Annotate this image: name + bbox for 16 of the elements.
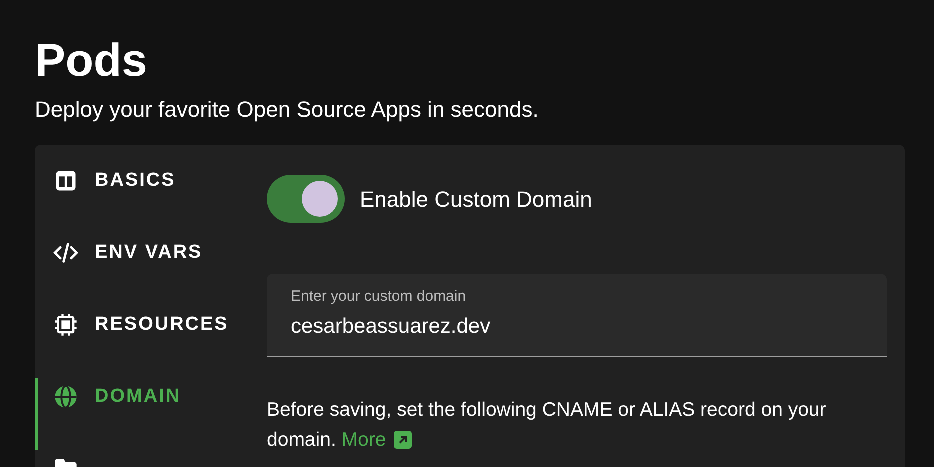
more-link[interactable]: More — [342, 425, 412, 455]
page-subtitle: Deploy your favorite Open Source Apps in seconds. — [35, 96, 540, 124]
sidebar-item[interactable]: ENV VARS — [35, 234, 267, 306]
sidebar-item[interactable]: RESOURCES — [35, 306, 267, 378]
dns-note: Before saving, set the following CNAME or ALIAS record on your domain. More — [267, 395, 887, 455]
domain-field[interactable]: Enter your custom domain cesarbeassuarez.dev — [267, 274, 887, 357]
domain-input[interactable]: cesarbeassuarez.dev — [291, 312, 863, 342]
globe-icon — [53, 384, 79, 410]
sidebar-item[interactable]: DOMAIN — [35, 378, 267, 450]
page-title: Pods — [35, 33, 148, 88]
code-icon — [53, 240, 79, 266]
chip-icon — [53, 312, 79, 338]
toggle-label: Enable Custom Domain — [360, 186, 592, 214]
toggle-switch[interactable] — [267, 175, 345, 223]
sidebar-item[interactable]: BASICS — [35, 162, 267, 234]
external-link-icon — [394, 431, 412, 449]
